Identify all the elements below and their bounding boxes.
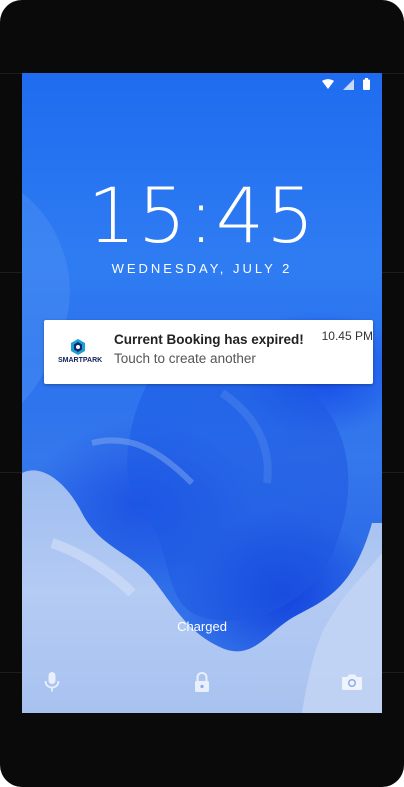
app-name: SMARTPARK xyxy=(58,357,103,364)
bezel-divider xyxy=(382,472,404,473)
camera-icon[interactable] xyxy=(340,670,364,694)
battery-icon xyxy=(363,78,370,90)
notification-time: 10.45 PM xyxy=(321,329,373,343)
bezel-divider xyxy=(0,672,22,673)
bezel-divider xyxy=(382,73,404,74)
bezel-divider xyxy=(0,472,22,473)
status-bar xyxy=(322,77,370,91)
notification-text: Touch to create another xyxy=(114,351,256,366)
lockscreen-date: WEDNESDAY, JULY 2 xyxy=(111,261,293,276)
smartpark-logo-icon xyxy=(71,339,85,355)
smartpark-app-icon: SMARTPARK xyxy=(58,338,103,368)
charging-status: Charged xyxy=(177,619,227,634)
lockscreen[interactable]: 15:45 WEDNESDAY, JULY 2 SMARTPARK Curren… xyxy=(22,73,382,713)
wallpaper xyxy=(22,193,382,713)
bezel-divider xyxy=(0,272,22,273)
lockscreen-clock: 15:45 xyxy=(87,171,317,260)
notification-card[interactable]: SMARTPARK Current Booking has expired! T… xyxy=(44,320,373,384)
lock-icon[interactable] xyxy=(190,670,214,694)
bezel-divider xyxy=(382,272,404,273)
bezel-divider xyxy=(0,73,22,74)
phone-frame: 15:45 WEDNESDAY, JULY 2 SMARTPARK Curren… xyxy=(0,0,404,787)
bezel-divider xyxy=(382,672,404,673)
cell-signal-icon xyxy=(343,78,354,90)
wifi-icon xyxy=(322,78,334,89)
microphone-icon[interactable] xyxy=(40,670,64,694)
notification-title: Current Booking has expired! xyxy=(114,332,304,347)
